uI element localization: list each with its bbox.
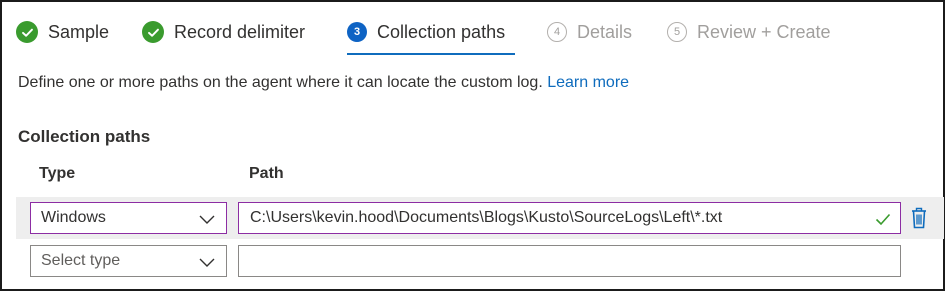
tab-record-delimiter[interactable]: Record delimiter <box>142 19 305 55</box>
description-text: Define one or more paths on the agent wh… <box>18 74 543 91</box>
trash-icon[interactable] <box>909 206 929 230</box>
column-header-type: Type <box>39 165 76 182</box>
tab-collection-paths[interactable]: 3 Collection paths <box>347 19 515 55</box>
column-header-path: Path <box>249 165 284 182</box>
tab-label: Sample <box>48 22 110 42</box>
check-icon <box>142 21 164 43</box>
type-dropdown[interactable]: Select type <box>30 245 227 277</box>
path-input-value: C:\Users\kevin.hood\Documents\Blogs\Kust… <box>250 209 723 226</box>
type-dropdown[interactable]: Windows <box>30 202 227 234</box>
path-input[interactable] <box>238 245 901 277</box>
tab-label: Collection paths <box>377 22 506 42</box>
tab-sample[interactable]: Sample <box>16 19 109 55</box>
chevron-down-icon <box>199 215 215 224</box>
chevron-down-icon <box>199 258 215 267</box>
checkmark-icon <box>875 213 891 226</box>
type-dropdown-placeholder: Select type <box>41 252 121 269</box>
tab-review-create[interactable]: 5 Review + Create <box>667 19 831 55</box>
step-number-badge: 4 <box>547 22 567 42</box>
step-number-badge: 3 <box>347 22 367 42</box>
tab-details[interactable]: 4 Details <box>547 19 632 55</box>
step-number-badge: 5 <box>667 22 687 42</box>
wizard-panel: Sample Record delimiter 3 Collection pat… <box>0 0 945 291</box>
type-dropdown-value: Windows <box>41 209 106 226</box>
wizard-tabs: Sample Record delimiter 3 Collection pat… <box>16 19 916 57</box>
section-title: Collection paths <box>18 127 151 146</box>
path-input[interactable]: C:\Users\kevin.hood\Documents\Blogs\Kust… <box>238 202 901 234</box>
active-tab-underline <box>347 53 515 55</box>
tab-label: Details <box>577 22 633 42</box>
check-icon <box>16 21 38 43</box>
tab-label: Record delimiter <box>174 22 306 42</box>
tab-label: Review + Create <box>697 22 831 42</box>
page-description: Define one or more paths on the agent wh… <box>18 72 629 94</box>
learn-more-link[interactable]: Learn more <box>547 74 629 91</box>
